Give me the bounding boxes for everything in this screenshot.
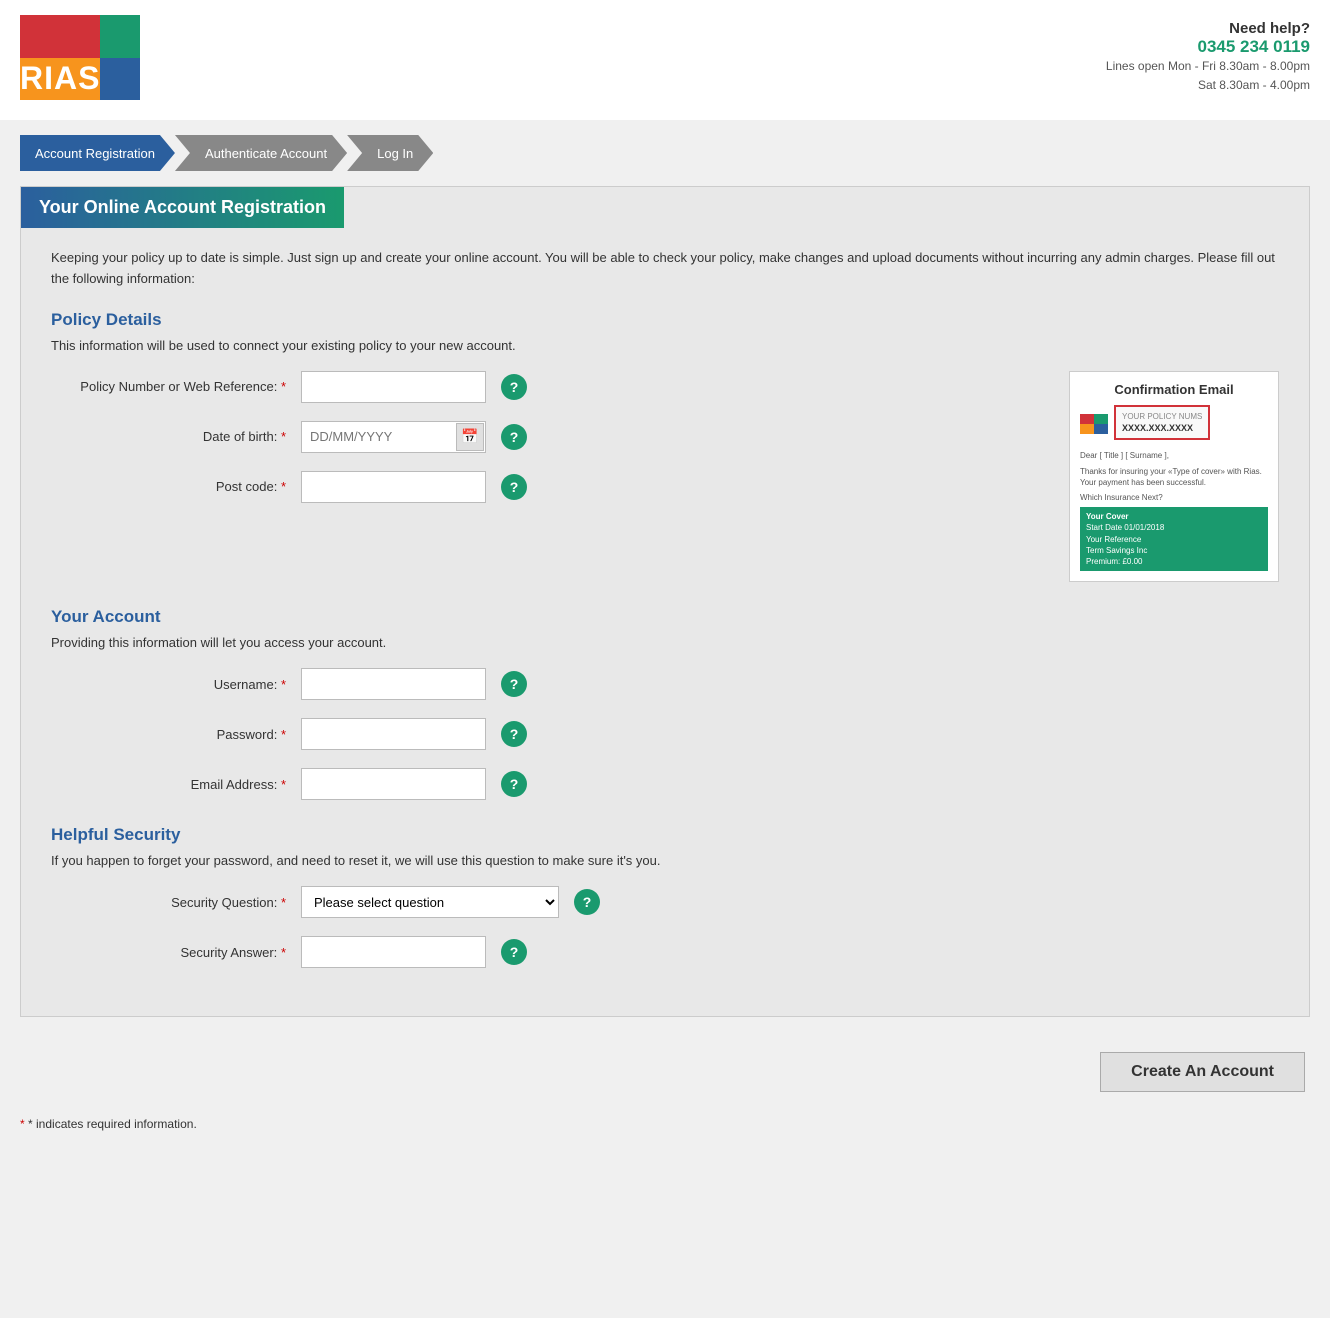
postcode-input[interactable] <box>301 471 486 503</box>
email-ref-box: YOUR POLICY NUMS XXXX.XXX.XXXX <box>1114 405 1210 441</box>
security-answer-input[interactable] <box>301 936 486 968</box>
header: RIAS Need help? 0345 234 0119 Lines open… <box>0 0 1330 120</box>
logo: RIAS <box>20 15 150 105</box>
username-help-button[interactable]: ? <box>501 671 527 697</box>
security-title: Helpful Security <box>51 825 1279 845</box>
email-mock: YOUR POLICY NUMS XXXX.XXX.XXXX Dear [ Ti… <box>1080 405 1268 571</box>
calendar-icon[interactable]: 📅 <box>456 423 484 451</box>
security-question-label: Security Question: * <box>51 895 301 910</box>
password-label: Password: * <box>51 727 301 742</box>
breadcrumb-log-in[interactable]: Log In <box>347 135 433 171</box>
logo-bottom-left: RIAS <box>20 58 100 101</box>
postcode-row: Post code: * ? <box>51 471 1049 503</box>
email-policy-box: Your Cover Start Date 01/01/2018 Your Re… <box>1080 507 1268 571</box>
logo-bottom-right <box>100 58 140 101</box>
security-question-row: Security Question: * Please select quest… <box>51 886 1279 918</box>
email-label: Email Address: * <box>51 777 301 792</box>
form-container: Keeping your policy up to date is simple… <box>21 228 1309 1016</box>
your-account-info: Providing this information will let you … <box>51 635 1279 650</box>
policy-details-title: Policy Details <box>51 310 1279 330</box>
bottom-bar: Create An Account <box>0 1032 1330 1112</box>
breadcrumb-authenticate-account[interactable]: Authenticate Account <box>175 135 347 171</box>
username-label: Username: * <box>51 677 301 692</box>
logo-top-right <box>100 15 140 58</box>
email-input[interactable] <box>301 768 486 800</box>
dob-label: Date of birth: * <box>51 429 301 444</box>
security-section: Helpful Security If you happen to forget… <box>51 825 1279 968</box>
email-help-button[interactable]: ? <box>501 771 527 797</box>
username-input[interactable] <box>301 668 486 700</box>
page-title: Your Online Account Registration <box>39 197 326 218</box>
postcode-help-button[interactable]: ? <box>501 474 527 500</box>
breadcrumb-nav: Account Registration Authenticate Accoun… <box>0 120 1330 171</box>
username-row: Username: * ? <box>51 668 1279 700</box>
password-help-button[interactable]: ? <box>501 721 527 747</box>
required-star-postcode: * <box>281 479 286 494</box>
logo-top-left <box>20 15 100 58</box>
confirmation-email-box: Confirmation Email YOUR POLICY NUMS <box>1069 371 1279 582</box>
security-info: If you happen to forget your password, a… <box>51 853 1279 868</box>
policy-number-label: Policy Number or Web Reference: * <box>51 379 301 394</box>
password-input[interactable] <box>301 718 486 750</box>
phone-number[interactable]: 0345 234 0119 <box>1106 37 1310 57</box>
security-question-help-button[interactable]: ? <box>574 889 600 915</box>
postcode-label: Post code: * <box>51 479 301 494</box>
policy-number-help-button[interactable]: ? <box>501 374 527 400</box>
required-star-dob: * <box>281 429 286 444</box>
security-answer-row: Security Answer: * ? <box>51 936 1279 968</box>
policy-number-row: Policy Number or Web Reference: * ? <box>51 371 1049 403</box>
help-section: Need help? 0345 234 0119 Lines open Mon … <box>1106 15 1310 95</box>
dob-help-button[interactable]: ? <box>501 424 527 450</box>
security-answer-help-button[interactable]: ? <box>501 939 527 965</box>
logo-text: RIAS <box>20 60 100 97</box>
main-content: Your Online Account Registration Keeping… <box>20 186 1310 1017</box>
policy-details-info: This information will be used to connect… <box>51 338 1279 353</box>
create-account-button[interactable]: Create An Account <box>1100 1052 1305 1092</box>
password-row: Password: * ? <box>51 718 1279 750</box>
policy-details-layout: Policy Number or Web Reference: * ? Date… <box>51 371 1279 582</box>
security-answer-label: Security Answer: * <box>51 945 301 960</box>
need-help-label: Need help? <box>1106 20 1310 37</box>
required-note: * * indicates required information. <box>0 1112 1330 1146</box>
confirmation-email-title: Confirmation Email <box>1080 382 1268 397</box>
security-question-select[interactable]: Please select question What is your moth… <box>301 886 559 918</box>
required-star: * <box>281 379 286 394</box>
breadcrumb-account-registration[interactable]: Account Registration <box>20 135 175 171</box>
intro-text: Keeping your policy up to date is simple… <box>51 248 1279 290</box>
your-account-title: Your Account <box>51 607 1279 627</box>
policy-number-input[interactable] <box>301 371 486 403</box>
main-title-bar: Your Online Account Registration <box>21 187 344 228</box>
email-row: Email Address: * ? <box>51 768 1279 800</box>
dob-row: Date of birth: * 📅 ? <box>51 421 1049 453</box>
policy-form-fields: Policy Number or Web Reference: * ? Date… <box>51 371 1049 582</box>
your-account-section: Your Account Providing this information … <box>51 607 1279 800</box>
date-input-wrapper: 📅 <box>301 421 486 453</box>
hours-text: Lines open Mon - Fri 8.30am - 8.00pm Sat… <box>1106 57 1310 95</box>
